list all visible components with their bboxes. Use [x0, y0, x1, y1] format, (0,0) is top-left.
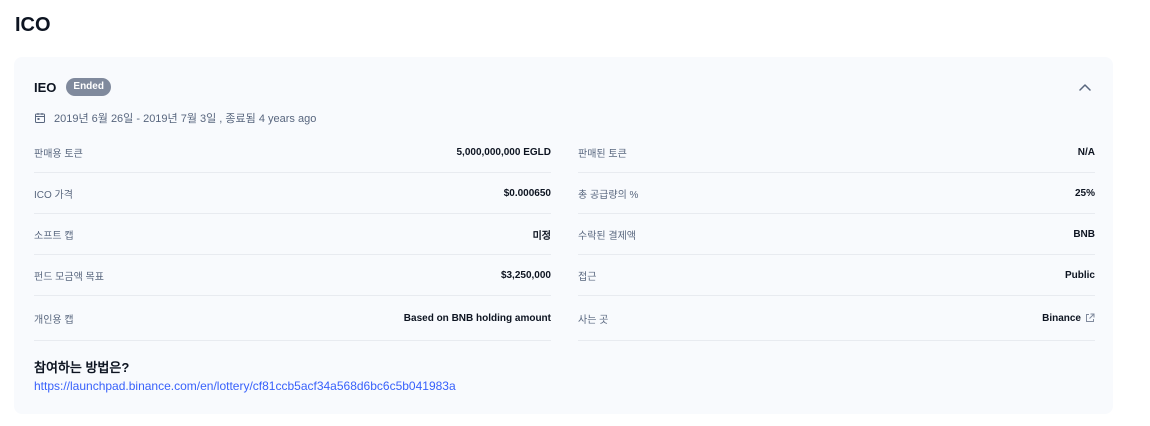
detail-row: 수락된 결제액 BNB — [578, 214, 1095, 255]
detail-value: BNB — [1073, 228, 1095, 240]
detail-label: 판매용 토큰 — [34, 148, 83, 160]
details-left-column: 판매용 토큰 5,000,000,000 EGLD ICO 가격 $0.0006… — [34, 132, 551, 341]
detail-value: Based on BNB holding amount — [403, 312, 551, 324]
detail-row: 개인용 캡 Based on BNB holding amount — [34, 296, 551, 341]
detail-label: 개인용 캡 — [34, 314, 74, 326]
how-to-title: 참여하는 방법은? — [34, 360, 130, 375]
detail-label: 총 공급량의 % — [578, 189, 639, 201]
detail-row: 소프트 캡 미정 — [34, 214, 551, 255]
detail-value: 5,000,000,000 EGLD — [456, 146, 551, 158]
page-title: ICO — [15, 14, 51, 36]
detail-row: 판매된 토큰 N/A — [578, 132, 1095, 173]
status-badge: Ended — [66, 78, 111, 96]
detail-row: 총 공급량의 % 25% — [578, 173, 1095, 214]
detail-row: 사는 곳 Binance — [578, 296, 1095, 341]
detail-row: ICO 가격 $0.000650 — [34, 173, 551, 214]
detail-label: ICO 가격 — [34, 189, 73, 201]
detail-value: 25% — [1074, 187, 1095, 199]
date-range: 2019년 6월 26일 - 2019년 7월 3일 , 종료됨 4 years… — [34, 110, 316, 126]
detail-value: 미정 — [532, 230, 551, 242]
ieo-card: IEO Ended 2019년 6월 26일 - 2019년 7월 3일 , 종… — [14, 57, 1113, 414]
details-right-column: 판매된 토큰 N/A 총 공급량의 % 25% 수락된 결제액 BNB 접근 P… — [578, 132, 1095, 341]
card-title: IEO — [34, 79, 57, 95]
card-header: IEO Ended — [34, 77, 111, 97]
detail-value: $3,250,000 — [500, 269, 551, 281]
detail-label: 판매된 토큰 — [578, 148, 627, 160]
detail-value: $0.000650 — [503, 187, 551, 199]
external-link-icon[interactable] — [1085, 313, 1095, 323]
detail-row: 판매용 토큰 5,000,000,000 EGLD — [34, 132, 551, 173]
detail-label: 펀드 모금액 목표 — [34, 271, 104, 283]
date-range-text: 2019년 6월 26일 - 2019년 7월 3일 , 종료됨 4 years… — [54, 113, 317, 125]
detail-label: 소프트 캡 — [34, 230, 74, 242]
participation-link[interactable]: https://launchpad.binance.com/en/lottery… — [34, 378, 456, 394]
exchange-link[interactable]: Binance — [1042, 313, 1081, 324]
collapse-button[interactable] — [1075, 77, 1095, 97]
detail-value: Public — [1064, 269, 1095, 281]
detail-label: 수락된 결제액 — [578, 230, 636, 242]
detail-value: N/A — [1077, 146, 1095, 158]
detail-row: 접근 Public — [578, 255, 1095, 296]
detail-label: 사는 곳 — [578, 314, 609, 326]
detail-label: 접근 — [578, 271, 597, 283]
where-to-buy[interactable]: Binance — [1042, 313, 1095, 324]
chevron-up-icon — [1079, 83, 1091, 91]
detail-row: 펀드 모금액 목표 $3,250,000 — [34, 255, 551, 296]
details-grid: 판매용 토큰 5,000,000,000 EGLD ICO 가격 $0.0006… — [34, 132, 1095, 341]
calendar-icon — [34, 112, 46, 124]
